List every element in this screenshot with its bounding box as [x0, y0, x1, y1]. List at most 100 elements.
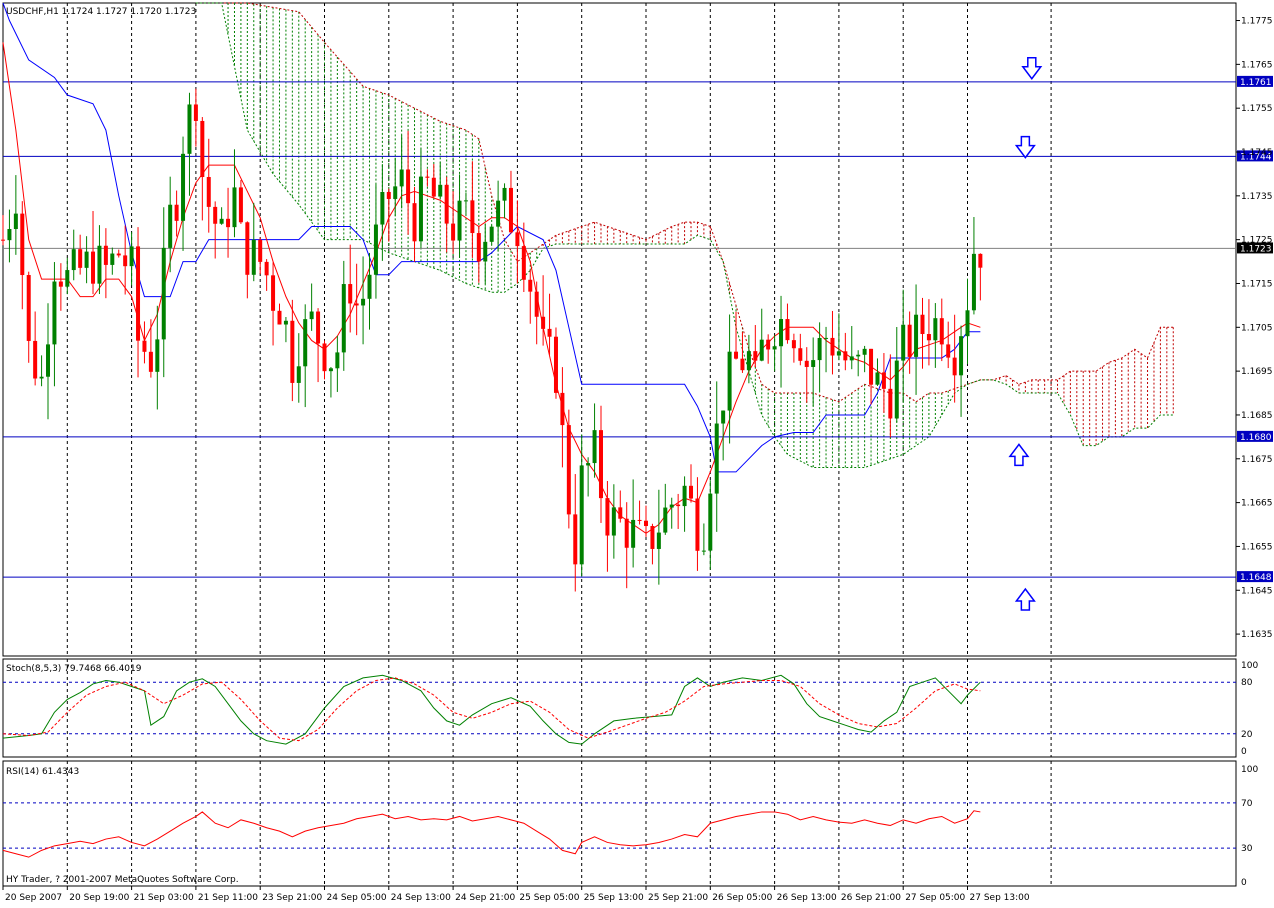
- candle-bear: [174, 204, 179, 221]
- candle-bear: [598, 430, 603, 499]
- candle-bull: [502, 187, 507, 201]
- candle-bull: [84, 251, 89, 268]
- candle-bull: [283, 320, 288, 325]
- price-tick-label: 1.1655: [1241, 542, 1273, 552]
- stoch-tick-label: 20: [1241, 730, 1253, 740]
- time-label: 24 Sep 13:00: [391, 893, 451, 903]
- candle-bear: [91, 251, 96, 284]
- time-label: 25 Sep 05:00: [519, 893, 579, 903]
- candle-bull: [39, 376, 44, 379]
- price-tick-label: 1.1675: [1241, 455, 1273, 465]
- candle-bull: [894, 360, 899, 419]
- candle-bear: [541, 316, 546, 329]
- candle-bull: [901, 324, 906, 361]
- candle-bull: [161, 247, 166, 340]
- candle-bear: [26, 275, 31, 341]
- candle-bull: [714, 423, 719, 494]
- level-price-label: 1.1680: [1240, 433, 1272, 443]
- price-tick-label: 1.1635: [1241, 630, 1273, 640]
- candle-bull: [914, 314, 919, 357]
- candle-bull: [187, 104, 192, 154]
- candle-bear: [869, 348, 874, 385]
- candle-bear: [624, 518, 629, 548]
- candle-bear: [547, 328, 552, 337]
- time-label: 25 Sep 21:00: [648, 893, 708, 903]
- symbol-header: USDCHF,H1 1.1724 1.1727 1.1720 1.1723: [6, 7, 196, 17]
- candle-bear: [553, 336, 558, 393]
- candle-bear: [566, 425, 571, 515]
- candle-bull: [772, 346, 777, 350]
- candle-bull: [669, 504, 674, 508]
- price-tick-label: 1.1725: [1241, 236, 1273, 246]
- price-tick-label: 1.1755: [1241, 104, 1273, 114]
- candle-bull: [181, 153, 186, 221]
- candle-bear: [650, 526, 655, 549]
- candle-bull: [335, 352, 340, 369]
- candle-bear: [939, 318, 944, 345]
- candle-bull: [721, 410, 726, 424]
- price-tick-label: 1.1745: [1241, 148, 1273, 158]
- candle-bull: [97, 245, 102, 284]
- candle-bear: [213, 206, 218, 224]
- candle-bull: [708, 493, 713, 551]
- candle-bear: [676, 504, 681, 507]
- candle-bear: [952, 357, 957, 376]
- candle-bull: [489, 226, 494, 242]
- candle-bear: [637, 519, 642, 521]
- candle-bull: [965, 310, 970, 337]
- candle-bear: [425, 176, 430, 178]
- candle-bull: [933, 318, 938, 341]
- time-label: 21 Sep 11:00: [198, 893, 258, 903]
- price-tick-label: 1.1705: [1241, 323, 1273, 333]
- candle-bear: [200, 120, 205, 178]
- candle-bear: [791, 340, 796, 349]
- candle-bull: [361, 298, 366, 306]
- candle-bull: [219, 218, 224, 224]
- candle-bear: [290, 320, 295, 383]
- candle-bear: [206, 177, 211, 207]
- candle-bull: [65, 270, 70, 287]
- candle-bull: [824, 337, 829, 339]
- candle-bear: [528, 279, 533, 292]
- candle-bull: [592, 430, 597, 464]
- candle-bear: [978, 253, 983, 268]
- candle-bull: [875, 372, 880, 385]
- candle-bear: [1, 239, 5, 241]
- candle-bull: [746, 351, 751, 371]
- candle-bull: [168, 204, 173, 248]
- candle-bull: [296, 366, 301, 383]
- time-label: 27 Sep 13:00: [970, 893, 1030, 903]
- candle-bull: [418, 176, 423, 242]
- candle-bull: [759, 339, 764, 361]
- candle-bear: [264, 261, 269, 276]
- candle-bear: [695, 498, 700, 551]
- candle-bull: [71, 249, 76, 271]
- candle-bear: [412, 203, 417, 242]
- price-tick-label: 1.1645: [1241, 586, 1273, 596]
- candle-bear: [431, 177, 436, 197]
- level-price-label: 1.1761: [1240, 78, 1272, 88]
- candle-bear: [888, 388, 893, 419]
- candle-bear: [148, 351, 153, 372]
- stoch-tick-label: 100: [1241, 661, 1258, 671]
- price-axis: 1.17751.17651.17551.17451.17351.17251.17…: [1236, 17, 1273, 640]
- candle-bull: [438, 184, 443, 197]
- candle-bull: [13, 213, 18, 230]
- candle-bull: [862, 348, 867, 355]
- candle-bull: [836, 351, 841, 356]
- candle-bull: [303, 319, 308, 367]
- candle-bull: [727, 351, 732, 411]
- candle-bear: [534, 291, 539, 317]
- price-tick-label: 1.1715: [1241, 279, 1273, 289]
- candle-bear: [843, 351, 848, 361]
- candle-bear: [193, 104, 198, 121]
- candle-bull: [811, 360, 816, 367]
- candle-bear: [58, 281, 63, 287]
- candle-bear: [116, 253, 121, 256]
- candle-bear: [348, 284, 353, 304]
- candle-bear: [238, 187, 243, 223]
- candle-bear: [322, 343, 327, 372]
- price-tick-label: 1.1735: [1241, 192, 1273, 202]
- chart-canvas[interactable]: 1.17611.17441.16801.16481.1723 1.17751.1…: [0, 0, 1274, 904]
- candle-bear: [734, 351, 739, 359]
